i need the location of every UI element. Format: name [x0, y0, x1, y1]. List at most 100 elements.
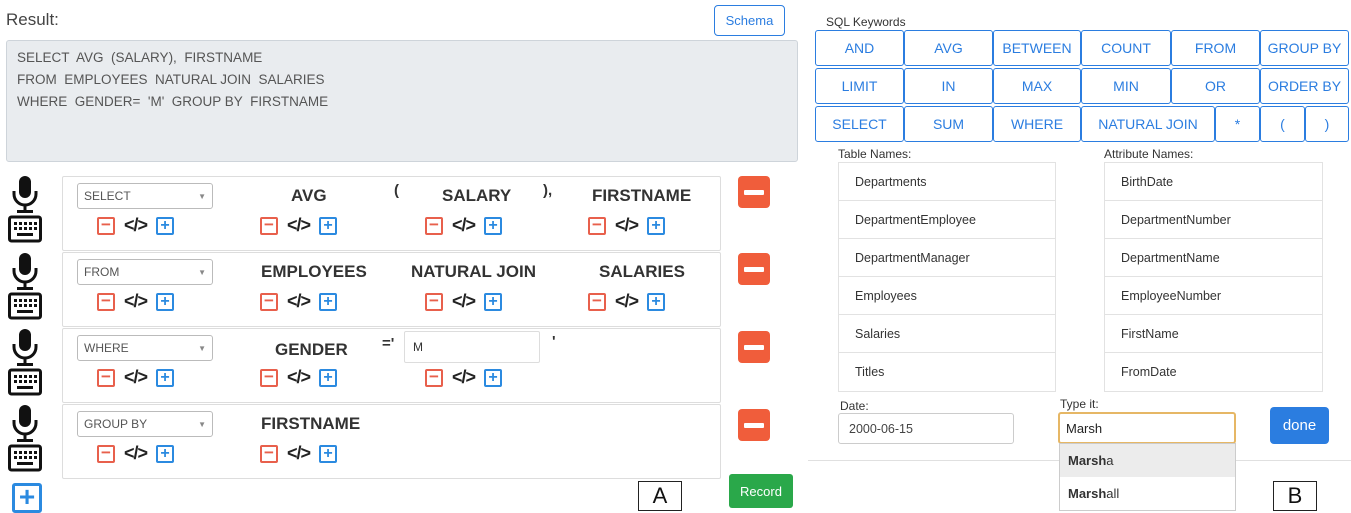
keyword-select[interactable]: FROM ▼ [77, 259, 213, 285]
add-token-icon[interactable]: + [484, 216, 503, 235]
attribute-name-item[interactable]: DepartmentNumber [1105, 201, 1322, 239]
code-icon[interactable]: </> [287, 443, 311, 464]
keyword-button[interactable]: SELECT [815, 106, 904, 142]
remove-token-icon[interactable]: − [588, 216, 606, 235]
attribute-name-item[interactable]: FromDate [1105, 353, 1322, 391]
remove-token-icon[interactable]: − [425, 216, 443, 235]
keyword-button[interactable]: GROUP BY [1260, 30, 1349, 66]
keyword-button[interactable]: MIN [1081, 68, 1171, 104]
keyword-button[interactable]: * [1215, 106, 1260, 142]
add-token-icon[interactable]: + [156, 216, 175, 235]
delete-row-button[interactable] [738, 331, 770, 363]
token-controls: − </> + [97, 443, 175, 464]
remove-token-icon[interactable]: − [97, 368, 115, 387]
remove-token-icon[interactable]: − [260, 216, 278, 235]
keyword-button[interactable]: OR [1171, 68, 1260, 104]
mic-keyboard-icon[interactable] [8, 175, 42, 243]
add-token-icon[interactable]: + [319, 368, 338, 387]
code-icon[interactable]: </> [287, 367, 311, 388]
keyword-button[interactable]: COUNT [1081, 30, 1171, 66]
code-icon[interactable]: </> [452, 367, 476, 388]
table-name-item[interactable]: DepartmentEmployee [839, 201, 1055, 239]
keyword-button[interactable]: ) [1305, 106, 1349, 142]
done-button[interactable]: done [1270, 407, 1329, 444]
add-token-icon[interactable]: + [156, 292, 175, 311]
keyword-select[interactable]: SELECT ▼ [77, 183, 213, 209]
add-token-icon[interactable]: + [647, 292, 666, 311]
clause-row-where: WHERE ▼ − </> + GENDER − </> + =' − </> + ' [62, 328, 721, 403]
date-input[interactable]: 2000-06-15 [838, 413, 1014, 444]
token-word: GENDER [275, 340, 348, 359]
mic-keyboard-icon[interactable] [8, 252, 42, 320]
keyword-button[interactable]: FROM [1171, 30, 1260, 66]
add-token-icon[interactable]: + [319, 444, 338, 463]
token-controls: − </> + [260, 215, 338, 236]
add-token-icon[interactable]: + [484, 292, 503, 311]
add-token-icon[interactable]: + [319, 216, 338, 235]
remove-token-icon[interactable]: − [588, 292, 606, 311]
code-icon[interactable]: </> [124, 443, 148, 464]
attribute-name-item[interactable]: EmployeeNumber [1105, 277, 1322, 315]
attribute-name-item[interactable]: DepartmentName [1105, 239, 1322, 277]
keyword-button[interactable]: AND [815, 30, 904, 66]
remove-token-icon[interactable]: − [97, 216, 115, 235]
keyword-button[interactable]: ORDER BY [1260, 68, 1349, 104]
attribute-name-item[interactable]: BirthDate [1105, 163, 1322, 201]
value-input[interactable]: M [404, 331, 540, 363]
keyword-button[interactable]: NATURAL JOIN [1081, 106, 1215, 142]
code-icon[interactable]: </> [124, 291, 148, 312]
remove-token-icon[interactable]: − [425, 292, 443, 311]
code-icon[interactable]: </> [287, 291, 311, 312]
keyword-button[interactable]: AVG [904, 30, 993, 66]
remove-token-icon[interactable]: − [97, 444, 115, 463]
code-icon[interactable]: </> [287, 215, 311, 236]
token-word: FIRSTNAME [592, 186, 692, 205]
remove-token-icon[interactable]: − [260, 444, 278, 463]
add-token-icon[interactable]: + [647, 216, 666, 235]
code-icon[interactable]: </> [452, 215, 476, 236]
token-punct: ), [543, 182, 553, 199]
type-it-input[interactable]: Marsh [1058, 412, 1236, 444]
record-button[interactable]: Record [729, 474, 793, 508]
mic-keyboard-icon[interactable] [8, 328, 42, 396]
keyword-select[interactable]: GROUP BY ▼ [77, 411, 213, 437]
table-name-item[interactable]: DepartmentManager [839, 239, 1055, 277]
remove-token-icon[interactable]: − [425, 368, 443, 387]
table-name-item[interactable]: Employees [839, 277, 1055, 315]
keyword-button[interactable]: SUM [904, 106, 993, 142]
keyword-select[interactable]: WHERE ▼ [77, 335, 213, 361]
delete-row-button[interactable] [738, 409, 770, 441]
code-icon[interactable]: </> [124, 215, 148, 236]
table-name-item[interactable]: Salaries [839, 315, 1055, 353]
mic-keyboard-icon[interactable] [8, 404, 42, 472]
code-icon[interactable]: </> [452, 291, 476, 312]
suggestion-item[interactable]: Marsh all [1060, 477, 1235, 510]
attribute-names-list: BirthDate DepartmentNumber DepartmentNam… [1104, 162, 1323, 392]
add-row-icon[interactable]: + [12, 483, 42, 513]
delete-row-button[interactable] [738, 253, 770, 285]
keyword-button[interactable]: LIMIT [815, 68, 904, 104]
table-name-item[interactable]: Titles [839, 353, 1055, 391]
remove-token-icon[interactable]: − [97, 292, 115, 311]
remove-token-icon[interactable]: − [260, 292, 278, 311]
delete-row-button[interactable] [738, 176, 770, 208]
schema-button[interactable]: Schema [714, 5, 785, 36]
add-token-icon[interactable]: + [156, 368, 175, 387]
attribute-name-item[interactable]: FirstName [1105, 315, 1322, 353]
keyword-button[interactable]: BETWEEN [993, 30, 1081, 66]
add-token-icon[interactable]: + [156, 444, 175, 463]
code-icon[interactable]: </> [124, 367, 148, 388]
code-icon[interactable]: </> [615, 215, 639, 236]
remove-token-icon[interactable]: − [260, 368, 278, 387]
code-icon[interactable]: </> [615, 291, 639, 312]
suggestion-item[interactable]: Marsh a [1060, 444, 1235, 477]
caret-down-icon: ▼ [198, 191, 206, 201]
keyword-button[interactable]: ( [1260, 106, 1305, 142]
add-token-icon[interactable]: + [319, 292, 338, 311]
query-line: SELECT AVG (SALARY), FIRSTNAME [17, 50, 263, 65]
keyword-button[interactable]: MAX [993, 68, 1081, 104]
keyword-button[interactable]: IN [904, 68, 993, 104]
table-name-item[interactable]: Departments [839, 163, 1055, 201]
keyword-button[interactable]: WHERE [993, 106, 1081, 142]
add-token-icon[interactable]: + [484, 368, 503, 387]
